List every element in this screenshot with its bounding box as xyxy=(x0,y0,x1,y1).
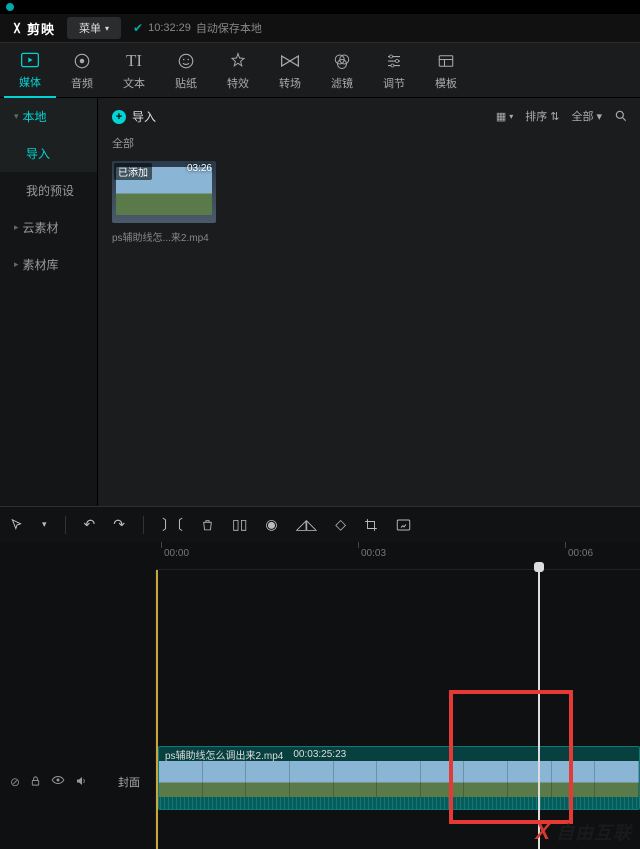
menu-button[interactable]: 菜单 ▾ xyxy=(67,17,121,39)
menu-label: 菜单 xyxy=(79,20,101,36)
audio-icon xyxy=(73,50,91,72)
tab-audio[interactable]: 音频 xyxy=(56,42,108,98)
clip-duration: 03:26 xyxy=(187,163,212,174)
template-icon xyxy=(437,50,455,72)
clip-frames xyxy=(159,761,639,797)
tab-filter[interactable]: 滤镜 xyxy=(316,42,368,98)
cover-label[interactable]: 封面 xyxy=(118,774,140,790)
menubar: 剪映 菜单 ▾ ✔ 10:32:29 自动保存本地 xyxy=(0,14,640,42)
delete-button[interactable] xyxy=(201,518,214,532)
rotate-button[interactable]: ◇ xyxy=(335,516,346,533)
chevron-down-icon[interactable]: ▾ xyxy=(42,519,47,530)
watermark-text: 自由互联 xyxy=(556,819,632,845)
media-clip[interactable]: 已添加 03:26 ps辅助线怎...来2.mp4 xyxy=(112,161,216,244)
filter-icon xyxy=(333,50,351,72)
tab-adjust[interactable]: 调节 xyxy=(368,42,420,98)
autosave-status: ✔ 10:32:29 自动保存本地 xyxy=(133,20,262,36)
filter-icon: ▾ xyxy=(596,110,602,123)
video-clip[interactable]: ps辅助线怎么调出来2.mp4 00:03:25:23 xyxy=(158,746,640,810)
category-toolbar: 媒体 音频 TI 文本 贴纸 特效 转场 滤镜 xyxy=(0,42,640,98)
plus-icon: + xyxy=(112,110,126,124)
grid-icon: ▦ xyxy=(496,110,506,123)
timeline-toolbar: ▾ ↶ ↷ 〕〔 ▯▯ ◉ ◿◺ ◇ xyxy=(0,506,640,542)
sticker-icon xyxy=(177,50,195,72)
app-logo: 剪映 xyxy=(10,19,55,38)
effects-icon xyxy=(229,50,247,72)
sidebar-item-presets[interactable]: 我的预设 xyxy=(0,172,97,209)
lock-toggle[interactable] xyxy=(30,775,41,789)
all-label: 全部 xyxy=(112,135,626,151)
scissors-icon xyxy=(10,21,24,35)
sidebar-item-library[interactable]: ▸ 素材库 xyxy=(0,246,97,283)
ruler-tick: 00:03 xyxy=(361,548,386,559)
sidebar-item-import[interactable]: 导入 xyxy=(0,135,97,172)
filter-button[interactable]: 全部 ▾ xyxy=(571,108,602,124)
check-icon: ✔ xyxy=(133,21,143,35)
chevron-down-icon: ▾ xyxy=(14,111,19,122)
track-header: ⊘ 封面 xyxy=(0,570,156,849)
added-badge: 已添加 xyxy=(114,163,152,180)
eye-toggle[interactable] xyxy=(51,775,65,789)
window-titlebar xyxy=(0,0,640,14)
app-dot-icon xyxy=(6,3,14,11)
sidebar: ▾ 本地 导入 我的预设 ▸ 云素材 ▸ 素材库 xyxy=(0,98,98,506)
sort-icon: ⇅ xyxy=(550,110,559,123)
main-area: ▾ 本地 导入 我的预设 ▸ 云素材 ▸ 素材库 + 导入 ▦ ▾ xyxy=(0,98,640,506)
tab-template[interactable]: 模板 xyxy=(420,42,472,98)
media-panel: + 导入 ▦ ▾ 排序 ⇅ 全部 ▾ 全部 已添加 xyxy=(98,98,640,506)
tab-media[interactable]: 媒体 xyxy=(4,42,56,98)
razor-button[interactable]: ▯▯ xyxy=(232,516,247,533)
watermark-x-icon: X xyxy=(535,819,550,845)
sidebar-item-cloud[interactable]: ▸ 云素材 xyxy=(0,209,97,246)
smart-button[interactable] xyxy=(396,518,411,532)
record-button[interactable]: ◉ xyxy=(265,516,277,533)
sidebar-item-local[interactable]: ▾ 本地 xyxy=(0,98,97,135)
view-grid-button[interactable]: ▦ ▾ xyxy=(496,110,513,123)
chevron-down-icon: ▾ xyxy=(105,24,109,33)
select-tool[interactable] xyxy=(10,518,24,532)
link-toggle[interactable]: ⊘ xyxy=(10,775,20,789)
text-icon: TI xyxy=(126,50,142,72)
sort-button[interactable]: 排序 ⇅ xyxy=(525,108,559,124)
track-area[interactable]: ⊘ 封面 ps辅助线怎么调出来2.mp4 00:03:25:23 xyxy=(0,570,640,849)
chevron-down-icon: ▾ xyxy=(509,112,513,121)
adjust-icon xyxy=(385,50,403,72)
search-icon xyxy=(614,109,628,123)
transition-icon xyxy=(280,50,300,72)
undo-button[interactable]: ↶ xyxy=(84,516,96,533)
search-button[interactable] xyxy=(614,109,628,123)
mirror-button[interactable]: ◿◺ xyxy=(296,516,318,533)
playhead[interactable] xyxy=(538,564,540,849)
chevron-right-icon: ▸ xyxy=(14,222,19,233)
media-icon xyxy=(20,49,40,71)
timeline[interactable]: 00:00 00:03 00:06 ⊘ 封面 ps辅助线怎么调出来2. xyxy=(0,542,640,849)
tab-text[interactable]: TI 文本 xyxy=(108,42,160,98)
tab-transition[interactable]: 转场 xyxy=(264,42,316,98)
mute-toggle[interactable] xyxy=(75,775,87,789)
tab-sticker[interactable]: 贴纸 xyxy=(160,42,212,98)
time-ruler[interactable]: 00:00 00:03 00:06 xyxy=(156,542,640,570)
ruler-tick: 00:00 xyxy=(164,548,189,559)
clip-thumbnail: 已添加 03:26 xyxy=(112,161,216,223)
autosave-time: 10:32:29 xyxy=(148,22,191,34)
clip-timecode: 00:03:25:23 xyxy=(293,749,346,760)
clip-filename: ps辅助线怎么调出来2.mp4 xyxy=(165,747,283,762)
watermark: X 自由互联 xyxy=(535,819,632,845)
chevron-right-icon: ▸ xyxy=(14,259,19,270)
ruler-tick: 00:06 xyxy=(568,548,593,559)
redo-button[interactable]: ↷ xyxy=(113,516,125,533)
clip-name: ps辅助线怎...来2.mp4 xyxy=(112,229,216,244)
tab-effects[interactable]: 特效 xyxy=(212,42,264,98)
crop-button[interactable] xyxy=(364,518,378,532)
split-button[interactable]: 〕〔 xyxy=(162,515,183,535)
clip-waveform xyxy=(159,797,639,810)
clip-header: ps辅助线怎么调出来2.mp4 00:03:25:23 xyxy=(159,747,639,761)
autosave-text: 自动保存本地 xyxy=(196,20,262,36)
import-button[interactable]: + 导入 xyxy=(112,108,156,125)
